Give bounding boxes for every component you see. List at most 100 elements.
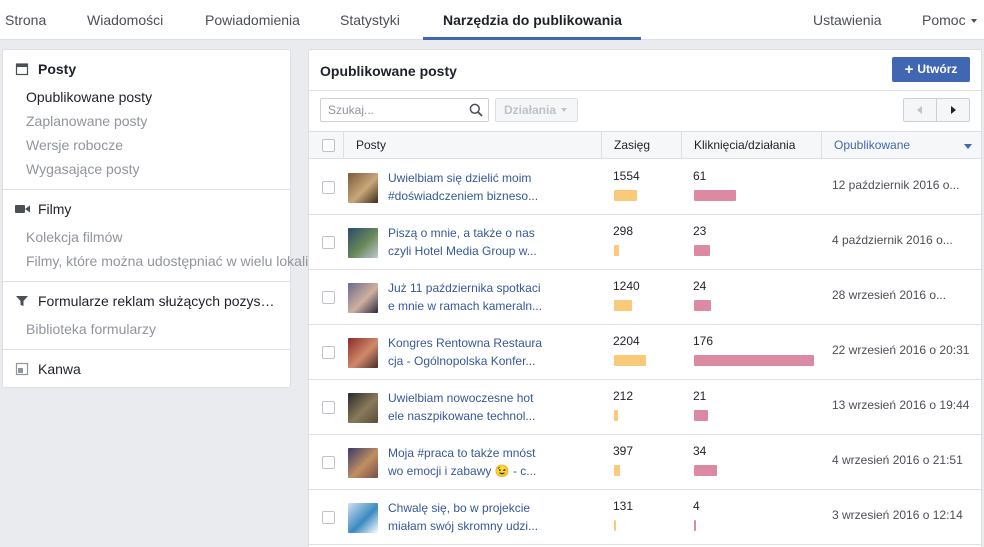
sidebar-item-published-posts[interactable]: Opublikowane posty bbox=[26, 89, 152, 105]
post-link[interactable]: Uwielbiam nowoczesne hot ele naszpikowane… bbox=[388, 389, 548, 425]
table-row[interactable]: Moja #praca to także mnóst wo emocji i za… bbox=[309, 435, 981, 490]
sidebar-item-drafts[interactable]: Wersje robocze bbox=[26, 137, 123, 153]
row-checkbox[interactable] bbox=[322, 291, 335, 304]
sidebar-item-scheduled-posts[interactable]: Zaplanowane posty bbox=[26, 113, 147, 129]
row-checkbox[interactable] bbox=[322, 511, 335, 524]
sidebar-section-videos[interactable]: Filmy bbox=[15, 201, 71, 217]
select-all-checkbox[interactable] bbox=[322, 139, 335, 152]
create-button[interactable]: + Utwórz bbox=[892, 57, 970, 82]
post-link[interactable]: Piszą o mnie, a także o nas czyli Hotel M… bbox=[388, 224, 548, 260]
table-row[interactable]: Piszą o mnie, a także o nas czyli Hotel M… bbox=[309, 215, 981, 270]
table-row[interactable]: Chwalę się, bo w projekcie miałam swój sk… bbox=[309, 490, 981, 545]
sidebar-section-canvas[interactable]: Kanwa bbox=[15, 361, 81, 377]
post-text-line: ele naszpikowane technol... bbox=[388, 409, 536, 423]
row-checkbox[interactable] bbox=[322, 401, 335, 414]
post-text-line: Chwalę się, bo w projekcie bbox=[388, 501, 531, 515]
sidebar-item-crossposted-videos[interactable]: Filmy, które można udostępniać w wielu l… bbox=[26, 253, 356, 269]
post-link[interactable]: Uwielbiam się dzielić moim #doświadczenie… bbox=[388, 169, 548, 205]
table-row[interactable]: Uwielbiam nowoczesne hot ele naszpikowane… bbox=[309, 380, 981, 435]
page-title: Opublikowane posty bbox=[320, 63, 457, 79]
reach-value: 298 bbox=[613, 224, 634, 238]
published-date: 12 październik 2016 o... bbox=[832, 178, 960, 192]
reach-bar bbox=[614, 465, 620, 476]
clicks-value: 23 bbox=[693, 224, 707, 238]
sidebar-canvas-title: Kanwa bbox=[38, 361, 81, 377]
divider bbox=[309, 90, 981, 91]
clicks-bar bbox=[694, 465, 717, 476]
search-input[interactable] bbox=[321, 99, 461, 121]
publishing-sidebar: Posty Opublikowane posty Zaplanowane pos… bbox=[2, 49, 356, 388]
search-field[interactable] bbox=[320, 98, 489, 122]
actions-label: Działania bbox=[504, 103, 557, 117]
sidebar-section-posts[interactable]: Posty bbox=[15, 61, 76, 77]
post-thumbnail[interactable] bbox=[348, 503, 378, 533]
row-checkbox[interactable] bbox=[322, 456, 335, 469]
column-posts[interactable]: Posty bbox=[343, 132, 601, 159]
clicks-value: 34 bbox=[693, 444, 707, 458]
post-link[interactable]: Moja #praca to także mnóst wo emocji i za… bbox=[388, 444, 548, 480]
reach-bar bbox=[614, 190, 637, 201]
divider bbox=[3, 189, 290, 190]
post-link[interactable]: Kongres Rentowna Restaura cja - Ogólnopol… bbox=[388, 334, 548, 370]
published-date: 4 październik 2016 o... bbox=[832, 233, 953, 247]
sidebar-item-video-library[interactable]: Kolekcja filmów bbox=[26, 229, 122, 245]
tab-notifications[interactable]: Powiadomienia bbox=[205, 0, 300, 40]
sidebar-forms-title: Formularze reklam służących pozys… bbox=[38, 293, 275, 309]
tab-messages[interactable]: Wiadomości bbox=[87, 0, 163, 40]
reach-value: 1240 bbox=[613, 279, 640, 293]
post-thumbnail[interactable] bbox=[348, 448, 378, 478]
previous-page-button[interactable] bbox=[904, 99, 937, 121]
clicks-bar bbox=[694, 300, 711, 311]
post-thumbnail[interactable] bbox=[348, 173, 378, 203]
reach-value: 212 bbox=[613, 389, 634, 403]
post-thumbnail[interactable] bbox=[348, 338, 378, 368]
post-text-line: Uwielbiam się dzielić moim bbox=[388, 171, 532, 185]
published-date: 3 wrzesień 2016 o 12:14 bbox=[832, 508, 963, 522]
help-menu[interactable]: Pomoc bbox=[922, 0, 977, 40]
table-row[interactable]: Kongres Rentowna Restaura cja - Ogólnopol… bbox=[309, 325, 981, 380]
post-link[interactable]: Już 11 października spotkaci e mnie w ram… bbox=[388, 279, 548, 315]
column-clicks[interactable]: Kliknięcia/działania bbox=[681, 132, 821, 159]
published-date: 4 wrzesień 2016 o 21:51 bbox=[832, 453, 963, 467]
post-thumbnail[interactable] bbox=[348, 283, 378, 313]
search-icon[interactable] bbox=[469, 103, 483, 117]
column-published[interactable]: Opublikowane bbox=[821, 132, 981, 159]
clicks-value: 176 bbox=[693, 334, 714, 348]
filter-icon bbox=[15, 294, 29, 308]
row-checkbox[interactable] bbox=[322, 346, 335, 359]
row-checkbox[interactable] bbox=[322, 236, 335, 249]
chevron-left-icon bbox=[917, 106, 922, 114]
table-row[interactable]: Już 11 października spotkaci e mnie w ram… bbox=[309, 270, 981, 325]
reach-value: 397 bbox=[613, 444, 634, 458]
post-text-line: miałam swój skromny udzi... bbox=[388, 519, 539, 533]
calendar-icon bbox=[15, 62, 29, 76]
row-checkbox[interactable] bbox=[322, 181, 335, 194]
chevron-down-icon bbox=[561, 108, 568, 112]
tab-insights[interactable]: Statystyki bbox=[340, 0, 400, 40]
reach-bar bbox=[614, 520, 616, 531]
reach-bar bbox=[614, 300, 632, 311]
column-reach[interactable]: Zasięg bbox=[601, 132, 681, 159]
tab-page[interactable]: Strona bbox=[5, 0, 46, 40]
post-text-line: Piszą o mnie, a także o nas bbox=[388, 226, 535, 240]
next-page-button[interactable] bbox=[937, 99, 969, 121]
chevron-down-icon bbox=[970, 19, 977, 23]
post-text-line: Już 11 października spotkaci bbox=[388, 281, 541, 295]
actions-dropdown[interactable]: Działania bbox=[495, 98, 578, 122]
post-link[interactable]: Chwalę się, bo w projekcie miałam swój sk… bbox=[388, 499, 548, 535]
table-row[interactable]: Uwielbiam się dzielić moim #doświadczenie… bbox=[309, 160, 981, 215]
published-date: 22 wrzesień 2016 o 20:31 bbox=[832, 343, 970, 357]
divider bbox=[3, 349, 290, 350]
sidebar-posts-title: Posty bbox=[38, 61, 77, 77]
sidebar-videos-title: Filmy bbox=[38, 201, 72, 217]
clicks-bar bbox=[694, 355, 814, 366]
sidebar-section-lead-forms[interactable]: Formularze reklam służących pozys… bbox=[15, 293, 275, 309]
post-thumbnail[interactable] bbox=[348, 228, 378, 258]
tab-publishing-tools[interactable]: Narzędzia do publikowania bbox=[443, 0, 622, 40]
reach-bar bbox=[614, 410, 618, 421]
tab-settings[interactable]: Ustawienia bbox=[813, 0, 881, 40]
sidebar-item-forms-library[interactable]: Biblioteka formularzy bbox=[26, 321, 156, 337]
sidebar-item-expiring-posts[interactable]: Wygasające posty bbox=[26, 161, 139, 177]
clicks-bar bbox=[694, 520, 696, 531]
post-thumbnail[interactable] bbox=[348, 393, 378, 423]
